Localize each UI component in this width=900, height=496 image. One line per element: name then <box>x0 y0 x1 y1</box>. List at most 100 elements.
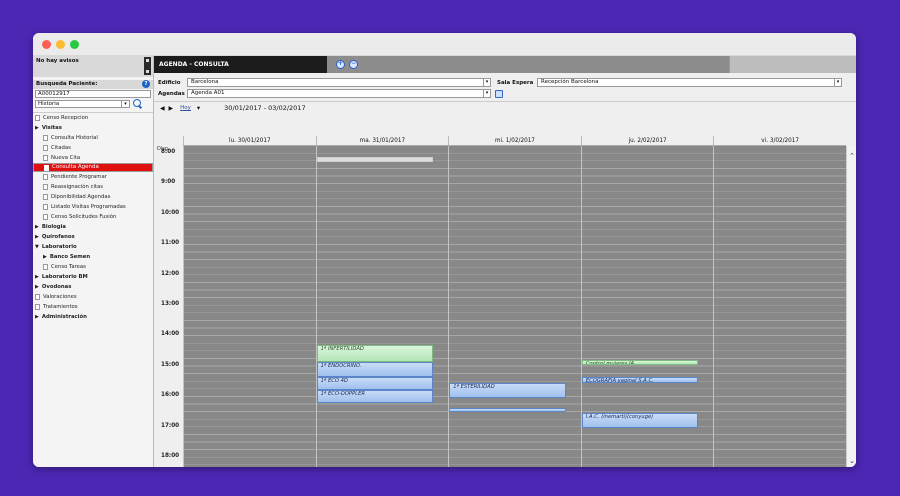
appointment-event[interactable]: Control mujeres IA <box>581 359 699 365</box>
appointment-event[interactable] <box>449 407 566 412</box>
notices-toggle[interactable] <box>144 57 151 75</box>
agendas-value: Agenda A01 <box>191 90 225 96</box>
sidebar-item-label: Reassignación citas <box>51 184 104 190</box>
appointment-event[interactable]: 1ª ESTERILIDAD <box>449 382 566 398</box>
sidebar-item[interactable]: Consulta Historial <box>33 133 153 143</box>
document-icon <box>44 164 49 171</box>
appointment-event[interactable]: 1ª INFERTILIDAD <box>316 344 434 363</box>
hour-label: 9:00 <box>161 179 176 186</box>
hour-label: 13:00 <box>161 301 180 307</box>
sidebar-item[interactable]: Citadas <box>33 143 153 153</box>
sidebar-item[interactable]: Censo Tareas <box>33 262 153 272</box>
minimize-window-button[interactable] <box>56 39 65 49</box>
sidebar-item[interactable]: Diponibilidad Agendas <box>33 192 153 202</box>
agendas-label: Agendas <box>158 90 185 97</box>
document-icon <box>35 304 40 310</box>
chevron-down-icon: ▾ <box>121 101 129 107</box>
schedule-grid[interactable]: 1ª INFERTILIDAD 1ª ENDOCRINO. 1ª ECO 4D 1ª … <box>183 146 846 467</box>
day-header: vi. 3/02/2017 <box>713 136 846 145</box>
document-icon <box>43 214 48 220</box>
sidebar-item[interactable]: ▼ Laboratorio <box>33 242 153 252</box>
appointment-event[interactable]: ECOGRAFIA vaginal S.A.C. <box>581 377 699 383</box>
appointment-event[interactable]: I.A.C. (inemarti)(conyuge) <box>581 412 699 429</box>
sidebar-item[interactable]: Consulta Agenda <box>33 163 153 172</box>
sidebar-item[interactable]: Tratamientos <box>33 302 153 312</box>
chevron-down-icon[interactable]: ▾ <box>197 104 200 112</box>
document-icon <box>43 264 48 270</box>
window-titlebar <box>33 33 856 56</box>
chevron-down-icon: ▾ <box>483 79 490 86</box>
sidebar-item[interactable]: ▶ Ovodonas <box>33 282 153 292</box>
maximize-window-button[interactable] <box>70 39 79 49</box>
day-header: ma. 31/01/2017 <box>315 136 449 145</box>
appointment-event[interactable]: 1ª ECO 4D <box>316 377 434 391</box>
prev-next-arrows[interactable]: ◀ ▶ <box>160 105 174 112</box>
document-icon <box>35 294 40 300</box>
edificio-select[interactable]: Barcelona ▾ <box>187 78 491 87</box>
appointment-event[interactable] <box>316 157 434 163</box>
sidebar-item-label: Consulta Agenda <box>52 164 99 170</box>
calendar-search-icon[interactable] <box>495 89 503 98</box>
collapsed-icon: ▶ <box>35 284 39 290</box>
search-icon[interactable] <box>132 99 142 109</box>
document-icon <box>43 184 48 190</box>
day-column[interactable] <box>713 146 846 467</box>
close-window-button[interactable] <box>42 39 51 49</box>
sidebar-item-label: Censo Solicitudes Fusión <box>51 214 117 220</box>
document-icon <box>43 145 48 151</box>
hour-label: 15:00 <box>161 361 180 368</box>
sidebar-item[interactable]: Reassignación citas <box>33 182 153 192</box>
today-link[interactable]: Hoy <box>180 105 191 111</box>
scroll-up-icon[interactable]: ⌃ <box>848 152 856 160</box>
page-title: AGENDA - CONSULTA <box>154 56 327 73</box>
sidebar-item-label: Diponibilidad Agendas <box>51 194 111 200</box>
sidebar-item[interactable]: Censo Solicitudes Fusión <box>33 212 153 222</box>
help-icon[interactable]: ? <box>142 80 150 88</box>
sidebar-item[interactable]: ▶ Visitas <box>33 123 153 133</box>
sidebar-item[interactable]: ▶ Biologia <box>33 222 153 232</box>
day-column[interactable] <box>448 146 581 467</box>
agendas-select[interactable]: Agenda A01 ▾ <box>187 89 491 98</box>
collapsed-icon: ▶ <box>35 234 39 240</box>
sidebar-item[interactable]: ▶ Banco Semen <box>33 252 153 262</box>
sidebar-item[interactable]: Censo Recepcion <box>33 113 153 123</box>
hour-label: 16:00 <box>161 392 180 399</box>
sidebar-item-label: Citadas <box>51 145 71 151</box>
appointment-event[interactable]: 1ª ENDOCRINO. <box>316 362 434 378</box>
hour-label: 12:00 <box>161 270 180 277</box>
sidebar-item-label: Censo Recepcion <box>43 115 89 121</box>
sidebar-item-label: Administración <box>41 314 87 320</box>
sidebar-item[interactable]: ▶ Administración <box>33 312 153 322</box>
sala-espera-select[interactable]: Recepción Barcelona ▾ <box>537 78 842 87</box>
expanded-icon: ▼ <box>35 244 39 250</box>
sidebar-item[interactable]: Listado Visitas Programadas <box>33 202 153 212</box>
sidebar-item-label: Visitas <box>41 125 62 131</box>
zoom-in-icon[interactable]: + <box>336 60 345 69</box>
sidebar-item[interactable]: Valoraciones <box>33 292 153 302</box>
chevron-down-icon: ▾ <box>834 79 841 86</box>
historia-select[interactable]: Historia ▾ <box>35 100 130 108</box>
date-navigation: ◀ ▶ Hoy ▾ 30/01/2017 - 03/02/2017 <box>154 101 856 114</box>
patient-search-label: Busqueda Paciente: <box>36 81 98 87</box>
document-icon <box>43 204 48 210</box>
sidebar-item[interactable]: ▶ Quirofanos <box>33 232 153 242</box>
appointment-event[interactable]: 1ª ECO-DOPPLER <box>316 390 434 403</box>
scroll-down-icon[interactable]: ⌄ <box>848 457 856 465</box>
vertical-scrollbar[interactable]: ⌃ ⌄ <box>846 146 856 467</box>
hour-label: 10:00 <box>161 209 180 216</box>
sidebar-item-label: Censo Tareas <box>51 264 86 270</box>
sidebar-item[interactable]: Nueva Cita <box>33 153 153 163</box>
day-column[interactable] <box>183 146 316 467</box>
sidebar-item-label: Pendiente Programar <box>51 174 107 180</box>
collapsed-icon: ▶ <box>35 224 39 230</box>
sidebar-item[interactable]: ▶ Laboratorio BM <box>33 272 153 282</box>
sidebar-item-label: Tratamientos <box>43 304 78 310</box>
zoom-out-icon[interactable]: − <box>349 60 358 69</box>
patient-id-input[interactable]: A00012917 <box>35 90 151 98</box>
hour-label: 18:00 <box>161 453 180 459</box>
edificio-label: Edificio <box>158 79 181 86</box>
day-column[interactable] <box>315 146 449 467</box>
sidebar: No hay avisos Busqueda Paciente: ? A0001… <box>33 56 154 467</box>
day-headers: lu. 30/01/2017 ma. 31/01/2017 mi. 1/02/201… <box>183 136 846 146</box>
sidebar-item[interactable]: Pendiente Programar <box>33 172 153 182</box>
